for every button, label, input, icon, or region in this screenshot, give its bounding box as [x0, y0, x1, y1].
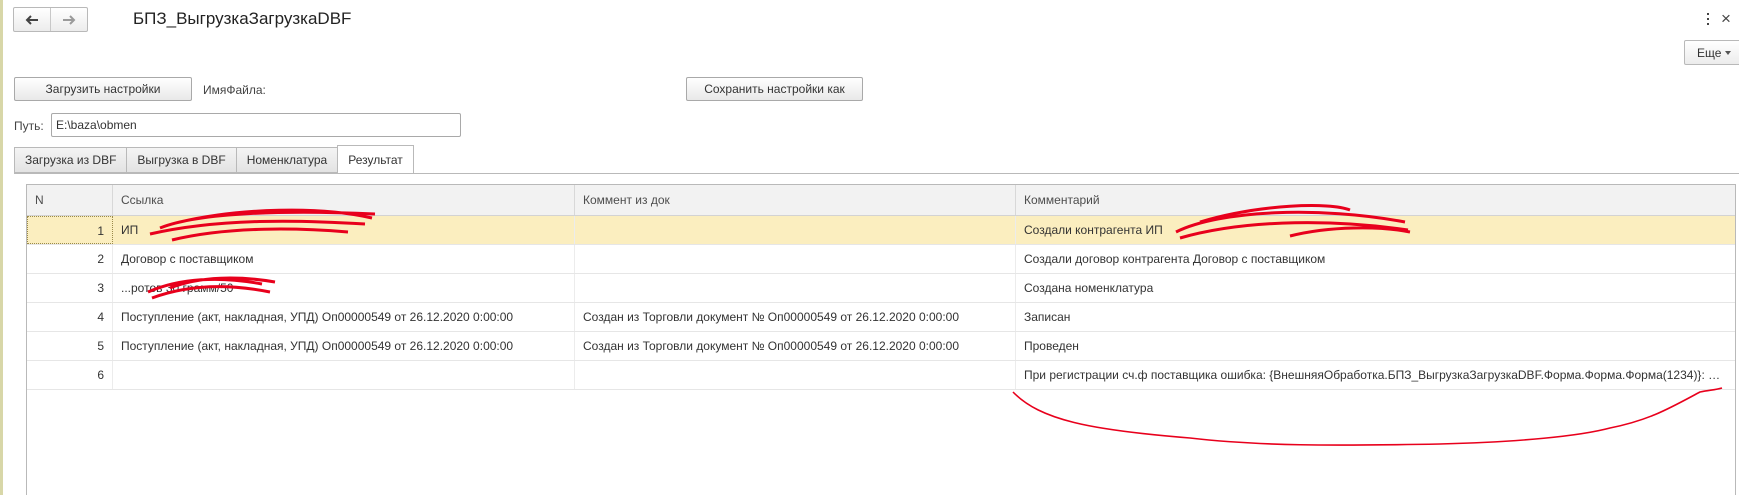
arrow-right-icon: [63, 14, 76, 25]
table-row[interactable]: 6 При регистрации сч.ф поставщика ошибка…: [27, 361, 1735, 390]
tab-divider: [14, 173, 1739, 174]
row-doc-comment: Создан из Торговли документ № Оп00000549…: [575, 332, 1016, 360]
load-settings-button[interactable]: Загрузить настройки: [14, 77, 192, 101]
row-comment: Создана номенклатура: [1024, 281, 1154, 295]
table-body: 1 ИП Создали контрагента ИП 2 Договор с …: [27, 216, 1735, 390]
row-doc-comment: Создан из Торговли документ № Оп00000549…: [575, 303, 1016, 331]
row-comment: При регистрации сч.ф поставщика ошибка: …: [1024, 368, 1735, 382]
save-settings-as-button[interactable]: Сохранить настройки как: [686, 77, 863, 101]
table-row[interactable]: 5 Поступление (акт, накладная, УПД) Оп00…: [27, 332, 1735, 361]
tab-nomenclature[interactable]: Номенклатура: [235, 147, 338, 173]
row-doc-comment: [575, 274, 1016, 302]
row-link[interactable]: ...ротов 30 грамм/50: [113, 274, 575, 302]
table-row[interactable]: 2 Договор с поставщиком Создали договор …: [27, 245, 1735, 274]
row-link[interactable]: ИП: [113, 216, 575, 244]
caret-down-icon: [1725, 50, 1732, 55]
row-comment: Проведен: [1024, 339, 1079, 353]
column-header-doc-comment[interactable]: Коммент из док: [575, 185, 1016, 215]
arrow-left-icon: [25, 14, 38, 25]
row-doc-comment: [575, 245, 1016, 273]
path-label: Путь:: [14, 119, 44, 133]
path-input[interactable]: [51, 113, 461, 137]
tab-result[interactable]: Результат: [337, 145, 414, 173]
forward-button[interactable]: [50, 8, 87, 31]
row-comment: Записан: [1024, 310, 1071, 324]
row-number: 6: [27, 361, 113, 389]
row-comment: Создали договор контрагента Договор с по…: [1024, 252, 1326, 266]
filename-label: ИмяФайла:: [203, 83, 266, 97]
row-link[interactable]: [113, 361, 575, 389]
more-button-label: Еще: [1697, 45, 1722, 60]
table-row[interactable]: 3 ...ротов 30 грамм/50 Создана номенклат…: [27, 274, 1735, 303]
column-header-n[interactable]: N: [27, 185, 113, 215]
row-doc-comment: [575, 216, 1016, 244]
table-row[interactable]: 4 Поступление (акт, накладная, УПД) Оп00…: [27, 303, 1735, 332]
tab-export-to-dbf[interactable]: Выгрузка в DBF: [126, 147, 236, 173]
row-link[interactable]: Поступление (акт, накладная, УПД) Оп0000…: [113, 303, 575, 331]
row-link[interactable]: Договор с поставщиком: [113, 245, 575, 273]
row-number: 5: [27, 332, 113, 360]
more-button[interactable]: Еще: [1684, 40, 1739, 65]
result-table[interactable]: N Ссылка Коммент из док Комментарий 1 ИП…: [26, 184, 1736, 495]
row-doc-comment: [575, 361, 1016, 389]
row-number: 4: [27, 303, 113, 331]
column-header-comment[interactable]: Комментарий: [1016, 185, 1735, 215]
tab-load-from-dbf[interactable]: Загрузка из DBF: [14, 147, 127, 173]
window-title: БПЗ_ВыгрузкаЗагрузкаDBF: [133, 9, 352, 28]
tab-bar: Загрузка из DBF Выгрузка в DBF Номенклат…: [14, 145, 414, 173]
close-icon[interactable]: ×: [1721, 9, 1731, 29]
navigation-buttons: [13, 7, 88, 32]
row-number: 3: [27, 274, 113, 302]
back-button[interactable]: [14, 8, 50, 31]
row-comment: Создали контрагента ИП: [1024, 223, 1163, 237]
table-header: N Ссылка Коммент из док Комментарий: [27, 185, 1735, 216]
window-left-border: [0, 0, 3, 495]
more-actions-icon[interactable]: [1702, 10, 1714, 28]
row-number: 2: [27, 245, 113, 273]
column-header-link[interactable]: Ссылка: [113, 185, 575, 215]
table-row[interactable]: 1 ИП Создали контрагента ИП: [27, 216, 1735, 245]
row-number: 1: [27, 216, 113, 244]
row-link[interactable]: Поступление (акт, накладная, УПД) Оп0000…: [113, 332, 575, 360]
